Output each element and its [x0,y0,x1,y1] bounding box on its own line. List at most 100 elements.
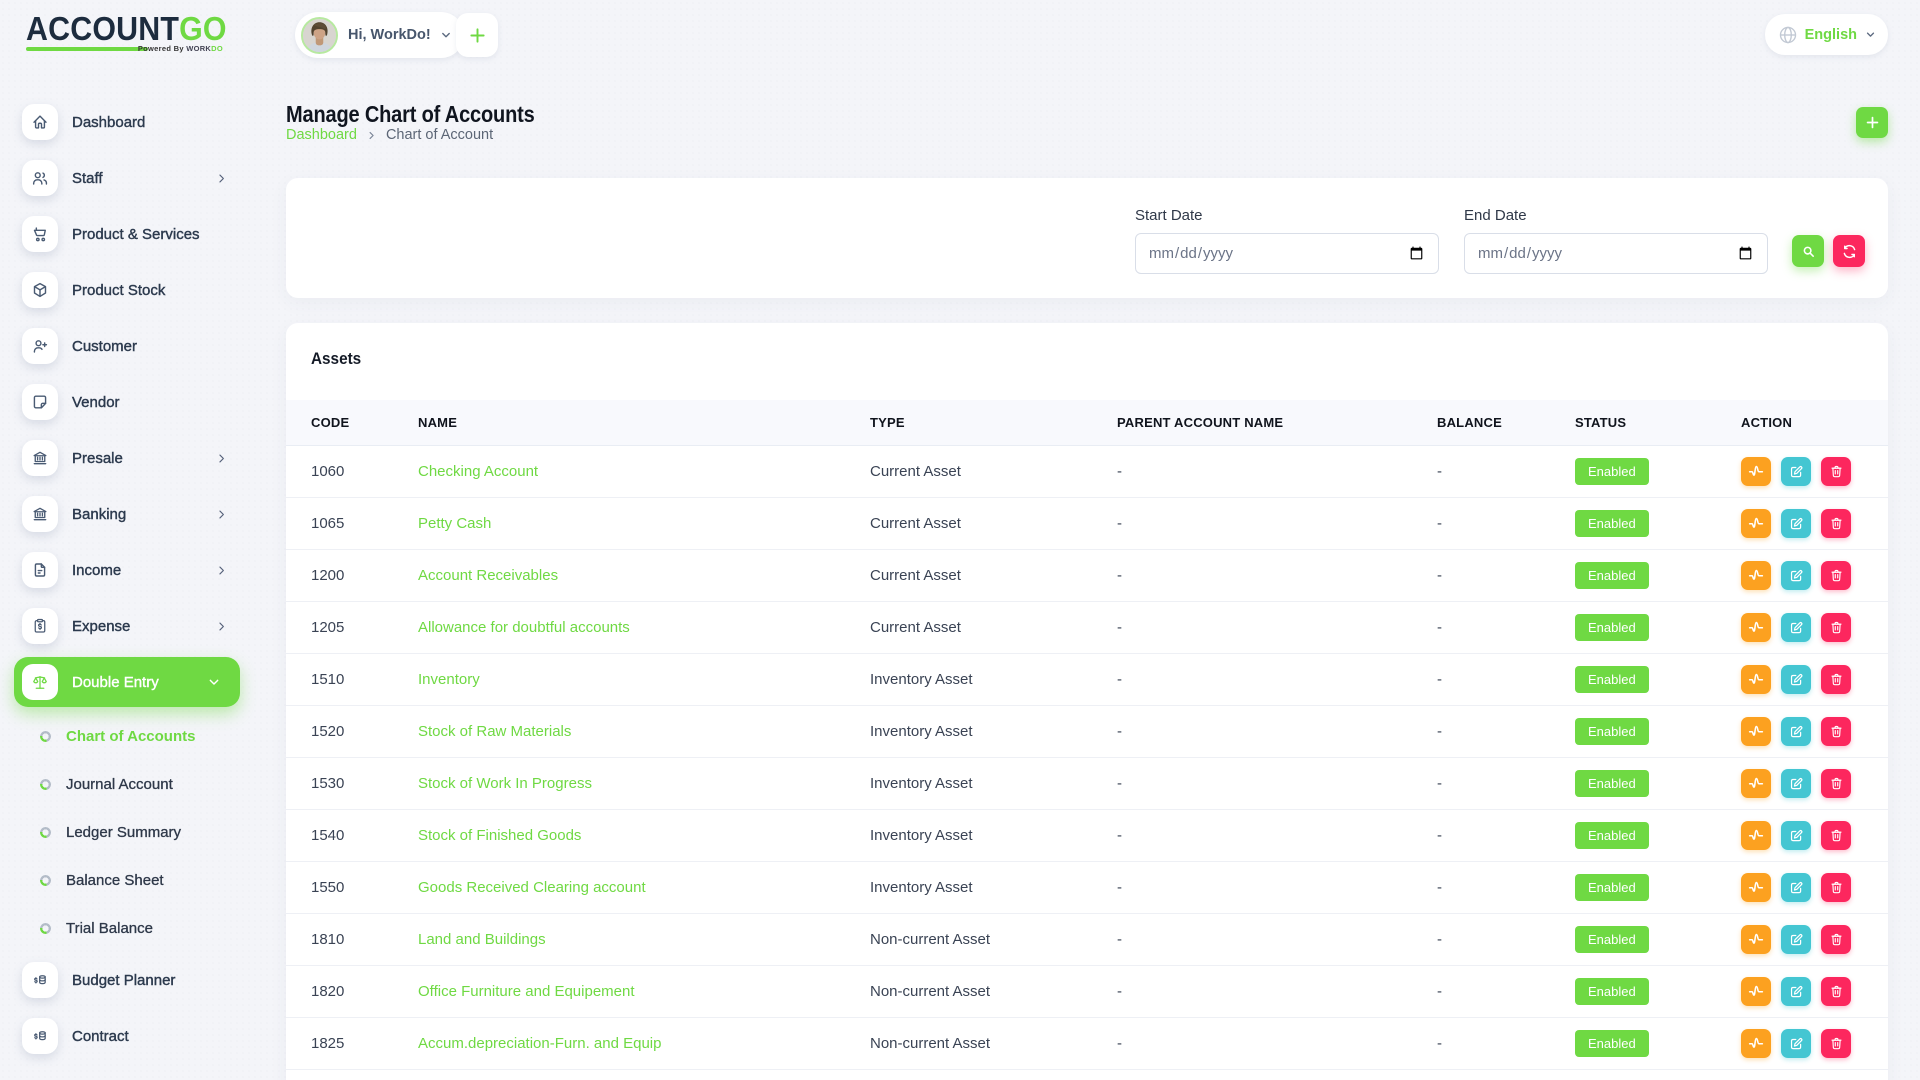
sidebar-item-label: Customer [72,338,137,355]
submenu-item-label: Ledger Summary [66,824,181,841]
edit-button[interactable] [1781,457,1811,486]
end-date-input[interactable] [1464,233,1768,274]
delete-button[interactable] [1821,977,1851,1006]
sidebar-item-expense[interactable]: Expense [0,598,260,654]
table-row: 1065Petty CashCurrent Asset--Enabled [286,497,1888,549]
cell-parent: - [1117,965,1437,1017]
user-menu[interactable]: Hi, WorkDo! [295,12,464,58]
delete-button[interactable] [1821,1029,1851,1058]
account-name-link[interactable]: Stock of Work In Progress [418,775,592,792]
edit-button[interactable] [1781,821,1811,850]
sidebar-item-customer[interactable]: Customer [0,318,260,374]
sidebar-item-budget-planner[interactable]: Budget Planner [0,952,260,1008]
account-name-link[interactable]: Goods Received Clearing account [418,879,646,896]
language-selector[interactable]: English [1765,14,1888,55]
brand-name-accent: GO [179,10,227,47]
sidebar-item-presale[interactable]: Presale [0,430,260,486]
chevron-right-icon [214,451,229,466]
avatar [301,17,338,54]
cell-code: 1810 [286,913,418,965]
sidebar-item-staff[interactable]: Staff [0,150,260,206]
edit-button[interactable] [1781,925,1811,954]
edit-icon [1788,775,1805,792]
submenu-item-balance-sheet[interactable]: Balance Sheet [0,856,260,904]
delete-button[interactable] [1821,561,1851,590]
cell-code: 1550 [286,861,418,913]
filter-reset-button[interactable] [1833,235,1865,267]
sidebar-item-product-services[interactable]: Product & Services [0,206,260,262]
delete-button[interactable] [1821,665,1851,694]
sidebar-item-dashboard[interactable]: Dashboard [0,94,260,150]
breadcrumb-dashboard-link[interactable]: Dashboard [286,127,357,143]
activity-button[interactable] [1741,925,1771,954]
edit-button[interactable] [1781,1029,1811,1058]
activity-button[interactable] [1741,665,1771,694]
account-name-link[interactable]: Inventory [418,671,480,688]
account-name-link[interactable]: Stock of Raw Materials [418,723,571,740]
add-account-button[interactable] [1856,107,1888,138]
cell-parent: - [1117,445,1437,497]
edit-button[interactable] [1781,769,1811,798]
activity-button[interactable] [1741,769,1771,798]
account-name-link[interactable]: Petty Cash [418,515,491,532]
status-badge: Enabled [1575,718,1649,745]
submenu-item-trial-balance[interactable]: Trial Balance [0,904,260,952]
activity-button[interactable] [1741,561,1771,590]
submenu-item-chart-of-accounts[interactable]: Chart of Accounts [0,712,260,760]
edit-button[interactable] [1781,613,1811,642]
account-name-link[interactable]: Office Furniture and Equipement [418,983,635,1000]
sidebar-item-label: Double Entry [72,674,159,691]
edit-button[interactable] [1781,665,1811,694]
pulse-icon [1747,982,1765,1000]
cell-name: Accum.depreciation-Furn. and Equip [418,1017,870,1069]
activity-button[interactable] [1741,977,1771,1006]
delete-button[interactable] [1821,717,1851,746]
delete-button[interactable] [1821,873,1851,902]
cell-parent: - [1117,653,1437,705]
activity-button[interactable] [1741,457,1771,486]
account-name-link[interactable]: Checking Account [418,463,538,480]
edit-button[interactable] [1781,561,1811,590]
sidebar-item-contract[interactable]: Contract [0,1008,260,1064]
account-name-link[interactable]: Stock of Finished Goods [418,827,581,844]
delete-button[interactable] [1821,613,1851,642]
brand-logo[interactable]: ACCOUNTGO Powered By WORKDO [26,13,223,51]
account-name-link[interactable]: Account Receivables [418,567,558,584]
language-label: English [1805,27,1857,43]
account-name-link[interactable]: Land and Buildings [418,931,546,948]
delete-button[interactable] [1821,821,1851,850]
account-name-link[interactable]: Accum.depreciation-Furn. and Equip [418,1035,661,1052]
delete-button[interactable] [1821,925,1851,954]
delete-button[interactable] [1821,457,1851,486]
sidebar-item-product-stock[interactable]: Product Stock [0,262,260,318]
cell-type: Non-current Asset [870,1017,1117,1069]
edit-button[interactable] [1781,509,1811,538]
cell-balance: - [1437,653,1575,705]
activity-button[interactable] [1741,613,1771,642]
user-greeting: Hi, WorkDo! [348,27,431,43]
brand-powered-by: Powered By WORKDO [138,44,223,53]
filter-search-button[interactable] [1792,235,1824,267]
start-date-input[interactable] [1135,233,1439,274]
activity-button[interactable] [1741,1029,1771,1058]
sidebar-item-income[interactable]: Income [0,542,260,598]
edit-button[interactable] [1781,873,1811,902]
cell-parent: - [1117,757,1437,809]
cell-balance: - [1437,705,1575,757]
submenu-item-journal-account[interactable]: Journal Account [0,760,260,808]
activity-button[interactable] [1741,873,1771,902]
activity-button[interactable] [1741,821,1771,850]
sidebar-item-banking[interactable]: Banking [0,486,260,542]
sidebar-item-double-entry[interactable]: Double Entry [14,657,240,707]
submenu-item-ledger-summary[interactable]: Ledger Summary [0,808,260,856]
delete-button[interactable] [1821,769,1851,798]
edit-button[interactable] [1781,977,1811,1006]
topbar-add-button[interactable] [456,13,498,57]
table-row: 1825Accum.depreciation-Furn. and EquipNo… [286,1017,1888,1069]
activity-button[interactable] [1741,717,1771,746]
account-name-link[interactable]: Allowance for doubtful accounts [418,619,630,636]
delete-button[interactable] [1821,509,1851,538]
activity-button[interactable] [1741,509,1771,538]
sidebar-item-vendor[interactable]: Vendor [0,374,260,430]
edit-button[interactable] [1781,717,1811,746]
